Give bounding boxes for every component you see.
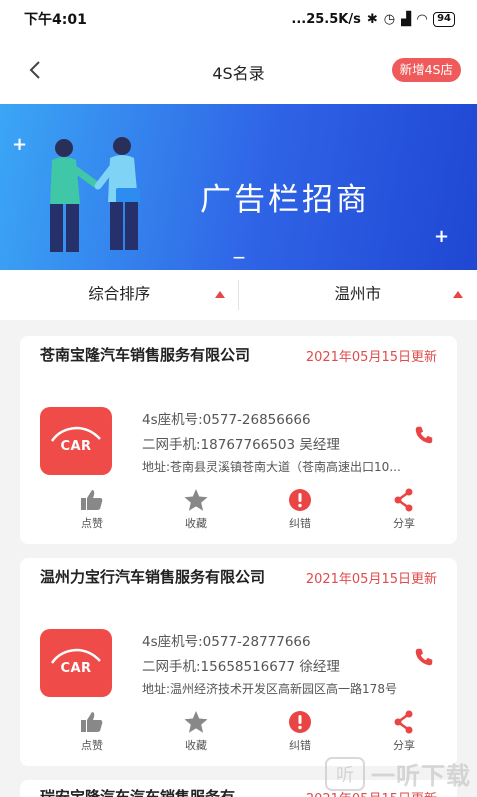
dealer-logo: CAR — [40, 629, 112, 697]
network-speed: ...25.5K/s — [291, 11, 361, 27]
sort-filter[interactable]: 综合排序 — [0, 270, 239, 320]
phone-icon[interactable] — [413, 424, 435, 446]
handshake-illustration — [50, 137, 140, 252]
wifi-icon: ◠ — [417, 11, 428, 27]
favorite-button[interactable]: 收藏 — [166, 710, 226, 753]
error-icon — [289, 711, 311, 733]
signal-icon: ▟ — [401, 11, 412, 27]
status-time: 下午4:01 — [24, 12, 87, 28]
caret-up-icon — [214, 291, 225, 298]
header: 4S名录 新增4S店 — [0, 38, 477, 104]
like-button[interactable]: 点赞 — [62, 488, 122, 531]
city-filter[interactable]: 温州市 — [239, 270, 477, 320]
sparkle-decoration: — — [233, 250, 245, 264]
error-icon — [289, 489, 311, 511]
report-button[interactable]: 纠错 — [270, 488, 330, 531]
watermark: 听 一听下载 — [325, 756, 471, 791]
favorite-label: 收藏 — [185, 517, 207, 530]
mobile: 二网手机:15658516677 徐经理 — [142, 659, 340, 675]
thumbs-up-icon — [81, 490, 103, 510]
dealer-name: 温州力宝行汽车销售服务有限公司 — [40, 568, 266, 586]
sparkle-decoration: + — [434, 226, 450, 247]
battery-icon: 94 — [433, 11, 455, 27]
dealer-card[interactable]: 苍南宝隆汽车销售服务有限公司 2021年05月15日更新 CAR 4s座机号:0… — [20, 336, 457, 544]
ad-banner[interactable]: + + — 广告栏招商 — [0, 104, 477, 270]
alarm-icon: ◷ — [383, 11, 396, 27]
dealer-name: 瑞安宝隆汽车汽车销售服务有 — [40, 788, 236, 797]
landline: 4s座机号:0577-28777666 — [142, 634, 311, 650]
favorite-label: 收藏 — [185, 739, 207, 752]
address: 地址:苍南县灵溪镇苍南大道（苍南高速出口10... — [142, 460, 401, 474]
like-label: 点赞 — [81, 739, 103, 752]
update-date: 2021年05月15日更新 — [305, 350, 437, 365]
dealer-card[interactable]: 温州力宝行汽车销售服务有限公司 2021年05月15日更新 CAR 4s座机号:… — [20, 558, 457, 766]
like-label: 点赞 — [81, 517, 103, 530]
dealer-logo-text: CAR — [60, 661, 92, 676]
bluetooth-icon: ✱ — [366, 11, 378, 27]
report-label: 纠错 — [289, 739, 311, 752]
address: 地址:温州经济技术开发区高新园区高一路178号 — [142, 682, 397, 696]
svg-text:听: 听 — [336, 765, 354, 786]
share-button[interactable]: 分享 — [374, 488, 434, 531]
city-filter-label: 温州市 — [334, 285, 381, 303]
landline: 4s座机号:0577-26856666 — [142, 412, 311, 428]
share-icon — [394, 488, 413, 512]
watermark-logo-icon: 听 — [325, 756, 365, 791]
star-icon — [184, 489, 208, 511]
like-button[interactable]: 点赞 — [62, 710, 122, 753]
dealer-logo-text: CAR — [60, 439, 92, 454]
thumbs-up-icon — [81, 712, 103, 732]
update-date: 2021年05月15日更新 — [305, 572, 437, 587]
share-label: 分享 — [393, 517, 415, 530]
action-bar: 点赞 收藏 纠错 分享 — [20, 710, 457, 760]
watermark-text: 一听下载 — [371, 762, 471, 790]
status-indicators: ...25.5K/s ✱ ◷ ▟ ◠ 94 — [291, 11, 455, 27]
share-label: 分享 — [393, 739, 415, 752]
caret-up-icon — [453, 291, 463, 298]
filter-divider — [238, 280, 239, 310]
status-bar: 下午4:01 ...25.5K/s ✱ ◷ ▟ ◠ 94 — [0, 0, 477, 38]
report-label: 纠错 — [289, 517, 311, 530]
share-button[interactable]: 分享 — [374, 710, 434, 753]
share-icon — [394, 710, 413, 734]
report-button[interactable]: 纠错 — [270, 710, 330, 753]
dealer-logo: CAR — [40, 407, 112, 475]
action-bar: 点赞 收藏 纠错 分享 — [20, 488, 457, 538]
phone-icon[interactable] — [413, 646, 435, 668]
favorite-button[interactable]: 收藏 — [166, 488, 226, 531]
mobile: 二网手机:18767766503 吴经理 — [142, 437, 340, 453]
add-dealer-button[interactable]: 新增4S店 — [391, 58, 461, 82]
sort-filter-label: 综合排序 — [88, 285, 151, 303]
sparkle-decoration: + — [12, 134, 28, 155]
star-icon — [184, 711, 208, 733]
banner-text: 广告栏招商 — [200, 182, 370, 218]
dealer-name: 苍南宝隆汽车销售服务有限公司 — [40, 346, 251, 364]
